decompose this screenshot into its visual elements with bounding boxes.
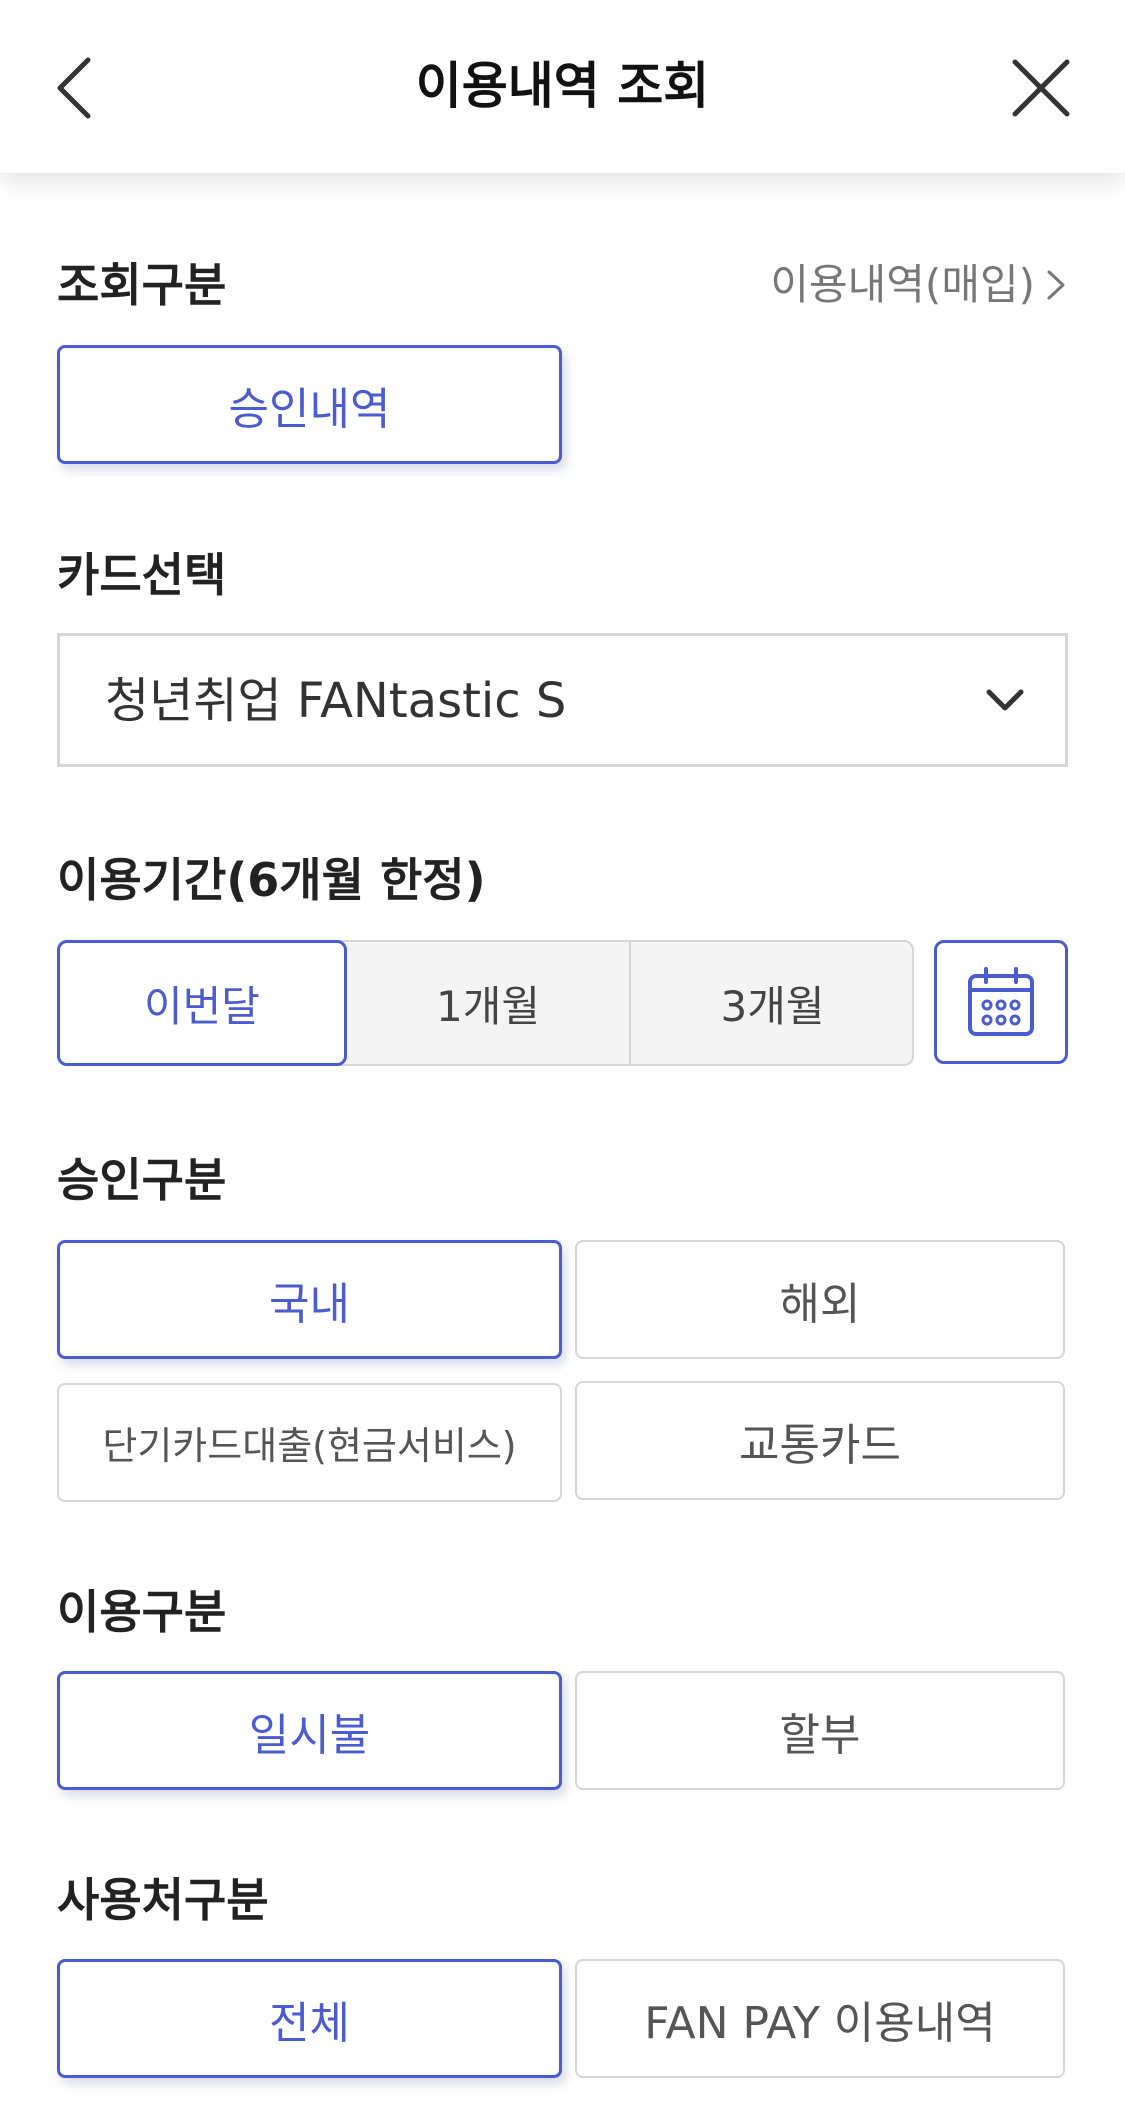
close-icon — [1012, 59, 1070, 117]
approval-cash-service-button[interactable]: 단기카드대출(현금서비스) — [57, 1383, 562, 1502]
merchant-type-label: 사용처구분 — [57, 1873, 269, 1927]
merchant-fan-pay-button[interactable]: FAN PAY 이용내역 — [575, 1959, 1065, 2078]
period-3-month-button[interactable]: 3개월 — [631, 940, 914, 1066]
approval-overseas-button[interactable]: 해외 — [575, 1240, 1065, 1359]
purchase-history-link-label: 이용내역(매입) — [770, 260, 1035, 309]
chevron-down-icon — [986, 689, 1024, 711]
page-title: 이용내역 조회 — [415, 57, 710, 115]
period-1-month-button[interactable]: 1개월 — [347, 940, 629, 1066]
period-this-month-button[interactable]: 이번달 — [57, 940, 347, 1066]
card-select-label: 카드선택 — [57, 548, 227, 602]
approval-type-label: 승인구분 — [57, 1153, 227, 1207]
approval-history-button[interactable]: 승인내역 — [57, 345, 562, 464]
usage-installment-button[interactable]: 할부 — [575, 1671, 1065, 1790]
chevron-right-icon — [1047, 270, 1065, 300]
calendar-button[interactable] — [934, 940, 1068, 1064]
card-select-value: 청년취업 FANtastic S — [105, 673, 567, 729]
purchase-history-link[interactable]: 이용내역(매입) — [770, 255, 1067, 315]
calendar-icon — [968, 967, 1034, 1036]
usage-lump-sum-button[interactable]: 일시불 — [57, 1671, 562, 1790]
merchant-all-button[interactable]: 전체 — [57, 1959, 562, 2078]
usage-type-label: 이용구분 — [57, 1585, 227, 1639]
card-select-dropdown[interactable]: 청년취업 FANtastic S — [57, 633, 1068, 767]
approval-transit-card-button[interactable]: 교통카드 — [575, 1381, 1065, 1500]
top-app-bar: 이용내역 조회 — [0, 0, 1125, 173]
period-segmented-control: 이번달 1개월 3개월 — [57, 940, 914, 1066]
close-button[interactable] — [1005, 52, 1077, 124]
approval-domestic-button[interactable]: 국내 — [57, 1240, 562, 1359]
inquiry-type-label: 조회구분 — [57, 258, 227, 312]
period-label: 이용기간(6개월 한정) — [57, 853, 486, 907]
